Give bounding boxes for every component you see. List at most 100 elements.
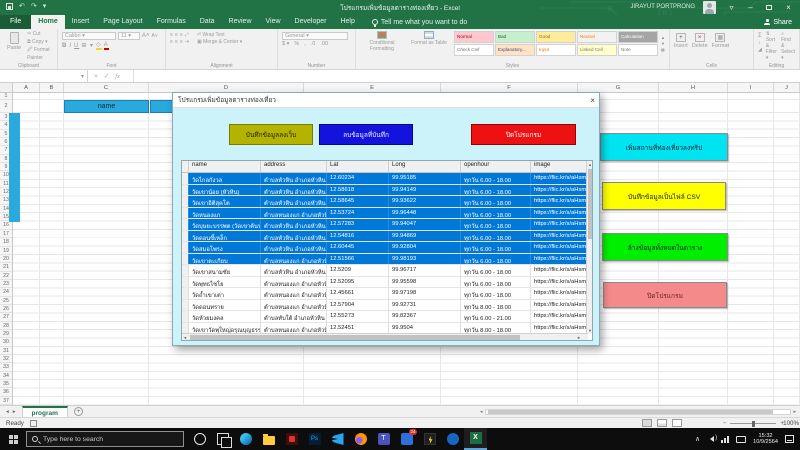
grid-row[interactable]: วัดดอนทรายตำบลหนองแก อำเภอหัวหิน ป12.579… bbox=[182, 300, 587, 312]
row-header-30[interactable]: 30 bbox=[0, 338, 12, 346]
shrink-font-icon[interactable]: A˅ bbox=[152, 33, 158, 39]
clear-icon[interactable]: ◢ bbox=[758, 47, 762, 53]
row-header-25[interactable]: 25 bbox=[0, 297, 12, 305]
tab-Developer[interactable]: Developer bbox=[288, 15, 334, 29]
sheet-nav-left-icon[interactable]: ◂ bbox=[6, 409, 9, 415]
grid-column-name[interactable]: name bbox=[189, 161, 261, 172]
grid-row[interactable]: วัดเขาน้อย (หัวหิน)ตำบลหัวหิน อำเภอหัวหิ… bbox=[182, 185, 587, 197]
formula-input[interactable] bbox=[134, 70, 800, 82]
row-header-32[interactable]: 32 bbox=[0, 355, 12, 363]
increase-decimal-icon[interactable]: .0 bbox=[311, 41, 316, 47]
grid-column-image[interactable]: image bbox=[531, 161, 588, 172]
normal-view-icon[interactable] bbox=[642, 419, 652, 427]
taskbar-search-input[interactable]: Type here to search bbox=[26, 431, 184, 447]
wrap-text-button[interactable]: ⏎ Wrap Text bbox=[197, 32, 225, 38]
cancel-icon[interactable]: × bbox=[94, 73, 98, 80]
cell-style-item[interactable]: Note bbox=[618, 44, 658, 56]
row-header-20[interactable]: 20 bbox=[0, 255, 12, 263]
row-header-2[interactable]: 2 bbox=[0, 100, 12, 113]
percent-style-icon[interactable]: % bbox=[294, 41, 299, 47]
grid-row-header[interactable] bbox=[182, 185, 189, 196]
column-header-G[interactable]: G bbox=[578, 83, 659, 92]
grow-font-icon[interactable]: A˄ bbox=[142, 33, 150, 39]
grid-column-Lat[interactable]: Lat bbox=[327, 161, 389, 172]
volume-icon[interactable] bbox=[707, 436, 714, 442]
sheet-tab-program[interactable]: program bbox=[22, 406, 68, 417]
grid-vertical-scrollbar[interactable]: ▲ ▼ bbox=[586, 161, 592, 334]
save-to-web-button[interactable]: บันทึกข้อมูลลงเว็บ bbox=[229, 124, 313, 145]
grid-row-header[interactable] bbox=[182, 219, 189, 230]
grid-row-header[interactable] bbox=[182, 173, 189, 184]
delete-cells-button[interactable]: ×Delete bbox=[692, 31, 708, 49]
grid-corner[interactable] bbox=[182, 161, 189, 172]
column-header-E[interactable]: E bbox=[304, 83, 441, 92]
cut-button[interactable]: ✂ Cut bbox=[27, 31, 53, 37]
row-header-35[interactable]: 35 bbox=[0, 380, 12, 388]
bold-button[interactable]: B bbox=[62, 43, 67, 49]
macro-record-icon[interactable] bbox=[30, 420, 37, 427]
name-box[interactable]: ▾ bbox=[0, 70, 88, 82]
tab-View[interactable]: View bbox=[259, 15, 288, 29]
share-button[interactable]: Share bbox=[764, 15, 800, 29]
format-as-table-button[interactable]: Format as Table bbox=[407, 31, 451, 56]
select-all-corner[interactable] bbox=[0, 83, 13, 92]
align-right-icon[interactable]: ≡ bbox=[180, 39, 183, 45]
reddot-icon[interactable] bbox=[280, 428, 303, 450]
undo-icon[interactable]: ↶ bbox=[19, 2, 25, 10]
start-button[interactable] bbox=[0, 434, 26, 444]
gallery-scroll[interactable]: ▲▼▦ bbox=[661, 31, 665, 56]
cell-style-item[interactable]: Bad bbox=[495, 31, 535, 43]
column-header-C[interactable]: C bbox=[64, 83, 149, 92]
conditional-formatting-button[interactable]: Conditional Formatting bbox=[360, 31, 404, 56]
row-header-21[interactable]: 21 bbox=[0, 263, 12, 271]
grid-row[interactable]: วัดเขาอิติสุคโตตำบลหัวหิน อำเภอหัวหิน ปร… bbox=[182, 196, 587, 208]
minimize-button[interactable]: – bbox=[741, 0, 760, 15]
grid-row[interactable]: วัดพุทธไชโยตำบลหนองแก อำเภอหัวหิน ป12.52… bbox=[182, 277, 587, 289]
cell-style-item[interactable]: Calculation bbox=[618, 31, 658, 43]
grid-row[interactable]: วัดห้วยมงคลตำบลทับใต้ อำเภอหัวหิน ประ12.… bbox=[182, 311, 587, 323]
grid-row[interactable]: วัดสมอโพรงตำบลหัวหิน อำเภอหัวหิน ประ12.6… bbox=[182, 242, 587, 254]
row-header-16[interactable]: 16 bbox=[0, 221, 12, 229]
cell-style-item[interactable]: Neutral bbox=[577, 31, 617, 43]
cortana-icon[interactable] bbox=[188, 428, 211, 450]
avatar[interactable] bbox=[703, 1, 716, 14]
column-header-F[interactable]: F bbox=[441, 83, 578, 92]
format-painter-button[interactable]: 🖉 Format Painter bbox=[27, 47, 53, 61]
grid-row-header[interactable] bbox=[182, 300, 189, 311]
column-header-B[interactable]: B bbox=[40, 83, 64, 92]
qat-customize-icon[interactable]: ▾ bbox=[43, 2, 47, 10]
taskview-icon[interactable] bbox=[211, 428, 234, 450]
save-icon[interactable] bbox=[6, 3, 13, 10]
borders-icon[interactable]: ⊞ ▾ bbox=[81, 42, 94, 49]
find-select-button[interactable]: ⌕ Find &Select ▾ bbox=[781, 31, 795, 61]
column-header-A[interactable]: A bbox=[13, 83, 40, 92]
keyboard-icon[interactable] bbox=[736, 436, 746, 443]
thunder-icon[interactable] bbox=[418, 428, 441, 450]
new-sheet-icon[interactable]: + bbox=[74, 407, 83, 416]
row-header-31[interactable]: 31 bbox=[0, 347, 12, 355]
column-header-D[interactable]: D bbox=[149, 83, 304, 92]
row-header-36[interactable]: 36 bbox=[0, 388, 12, 396]
grid-row-header[interactable] bbox=[182, 311, 189, 322]
tab-Help[interactable]: Help bbox=[333, 15, 361, 29]
align-bottom-icon[interactable]: ≡ bbox=[180, 32, 183, 38]
grid-column-Long[interactable]: Long bbox=[389, 161, 461, 172]
photoshop-icon[interactable]: Ps bbox=[303, 428, 326, 450]
tab-File[interactable]: File bbox=[0, 15, 31, 29]
row-header-27[interactable]: 27 bbox=[0, 313, 12, 321]
grid-row[interactable]: วัดเขาตะเกียบตำบลหนองแก อำเภอหัวหิน ป12.… bbox=[182, 254, 587, 266]
tab-Formulas[interactable]: Formulas bbox=[150, 15, 193, 29]
fill-icon[interactable]: ↓ bbox=[758, 40, 762, 46]
excel-icon[interactable]: X bbox=[464, 428, 487, 450]
font-name-select[interactable]: Calibri ▾ bbox=[62, 32, 116, 40]
grid-row-header[interactable] bbox=[182, 288, 189, 299]
sheet-horizontal-scrollbar[interactable]: ◂ ▸ bbox=[480, 408, 796, 416]
cell-style-item[interactable]: Good bbox=[536, 31, 576, 43]
clear-table-button[interactable]: ล้างข้อมูลทั้งหมดในตาราง bbox=[602, 233, 728, 261]
cell-style-item[interactable]: Input bbox=[536, 44, 576, 56]
close-program-sheet-button[interactable]: ปิดโปรแกรม bbox=[603, 282, 727, 308]
badge24-icon[interactable]: 24 bbox=[395, 428, 418, 450]
grid-row[interactable]: วัดไกลกังวลตำบลหัวหิน อำเภอหัวหิน ประ12.… bbox=[182, 173, 587, 185]
grid-column-address[interactable]: address bbox=[261, 161, 327, 172]
grid-row[interactable]: วัดถ้ำเขาเต่าตำบลหนองแก อำเภอหัวหิน ป12.… bbox=[182, 288, 587, 300]
